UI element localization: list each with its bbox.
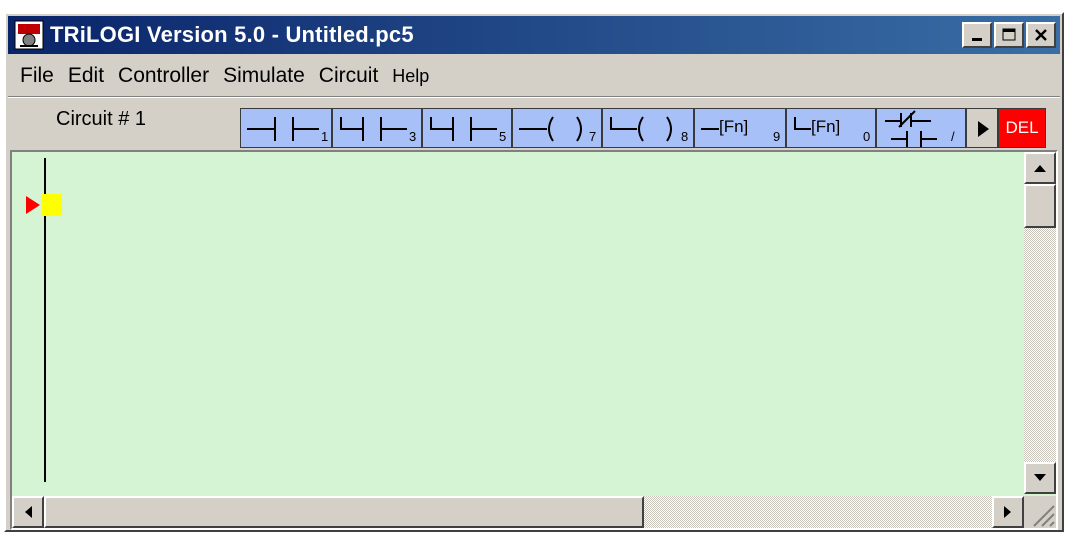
coil-button[interactable]: 7 — [512, 108, 602, 148]
horizontal-scroll-thumb[interactable] — [44, 496, 644, 528]
contact-parallel-button[interactable]: 3 — [332, 108, 422, 148]
menu-edit[interactable]: Edit — [68, 64, 104, 88]
arrow-right-icon — [1004, 506, 1011, 518]
close-icon — [1035, 29, 1047, 41]
hotkey-7: 7 — [589, 129, 597, 144]
minimize-button[interactable] — [962, 22, 992, 48]
circuit-number-label: Circuit # 1 — [56, 108, 147, 130]
run-button[interactable] — [966, 108, 998, 148]
hotkey-1: 1 — [321, 129, 329, 144]
hotkey-8: 8 — [681, 129, 689, 144]
menu-file[interactable]: File — [20, 64, 54, 88]
hotkey-0: 0 — [863, 129, 871, 144]
maximize-button[interactable] — [994, 22, 1024, 48]
function-button[interactable]: [Fn] 9 — [694, 108, 786, 148]
coil-parallel-button[interactable]: 8 — [602, 108, 694, 148]
menu-circuit[interactable]: Circuit — [319, 64, 379, 88]
function-label: [Fn] — [719, 117, 749, 136]
window-controls — [962, 22, 1056, 48]
window-title: TRiLOGI Version 5.0 - Untitled.pc5 — [50, 22, 414, 47]
scroll-right-button[interactable] — [992, 496, 1024, 528]
scroll-down-button[interactable] — [1024, 462, 1056, 494]
cursor-arrow-icon — [26, 196, 40, 214]
horizontal-scrollbar[interactable] — [12, 496, 1024, 528]
ladder-editor[interactable] — [10, 150, 1058, 530]
arrow-down-icon — [1034, 474, 1046, 481]
contact-node-button[interactable]: 5 — [422, 108, 512, 148]
scroll-up-button[interactable] — [1024, 152, 1056, 184]
cursor-marker — [42, 194, 62, 216]
hotkey-slash: / — [951, 129, 955, 144]
scroll-left-button[interactable] — [12, 496, 44, 528]
contact-series-icon — [247, 117, 319, 141]
play-icon — [978, 121, 989, 137]
menu-separator — [8, 96, 1060, 98]
contact-series-button[interactable]: 1 — [240, 108, 332, 148]
resize-grip[interactable] — [1024, 496, 1056, 528]
hotkey-9: 9 — [773, 129, 781, 144]
title-bar[interactable]: TRiLOGI Version 5.0 - Untitled.pc5 — [8, 16, 1060, 54]
menu-controller[interactable]: Controller — [118, 64, 209, 88]
minimize-icon — [972, 38, 982, 41]
function-parallel-button[interactable]: [Fn] 0 — [786, 108, 876, 148]
menu-help[interactable]: Help — [392, 66, 429, 87]
close-button[interactable] — [1026, 22, 1056, 48]
vertical-scroll-thumb[interactable] — [1024, 184, 1056, 228]
app-window: TRiLOGI Version 5.0 - Untitled.pc5 File … — [4, 12, 1064, 532]
ladder-toolbar: Circuit # 1 1 3 5 7 8 [Fn] 9 [Fn] 0 / DE… — [8, 100, 1060, 148]
resize-grip-icon — [1033, 505, 1055, 527]
hotkey-3: 3 — [409, 129, 417, 144]
invert-contact-button[interactable]: / — [876, 108, 966, 148]
delete-button[interactable]: DEL — [998, 108, 1046, 148]
function-parallel-label: [Fn] — [811, 117, 841, 136]
arrow-left-icon — [25, 506, 32, 518]
app-icon[interactable] — [14, 20, 44, 50]
menu-simulate[interactable]: Simulate — [223, 64, 305, 88]
vertical-scrollbar[interactable] — [1024, 152, 1056, 494]
arrow-up-icon — [1034, 165, 1046, 172]
maximize-icon — [1002, 28, 1016, 41]
menu-bar: File Edit Controller Simulate Circuit He… — [8, 58, 1060, 94]
hotkey-5: 5 — [499, 129, 507, 144]
